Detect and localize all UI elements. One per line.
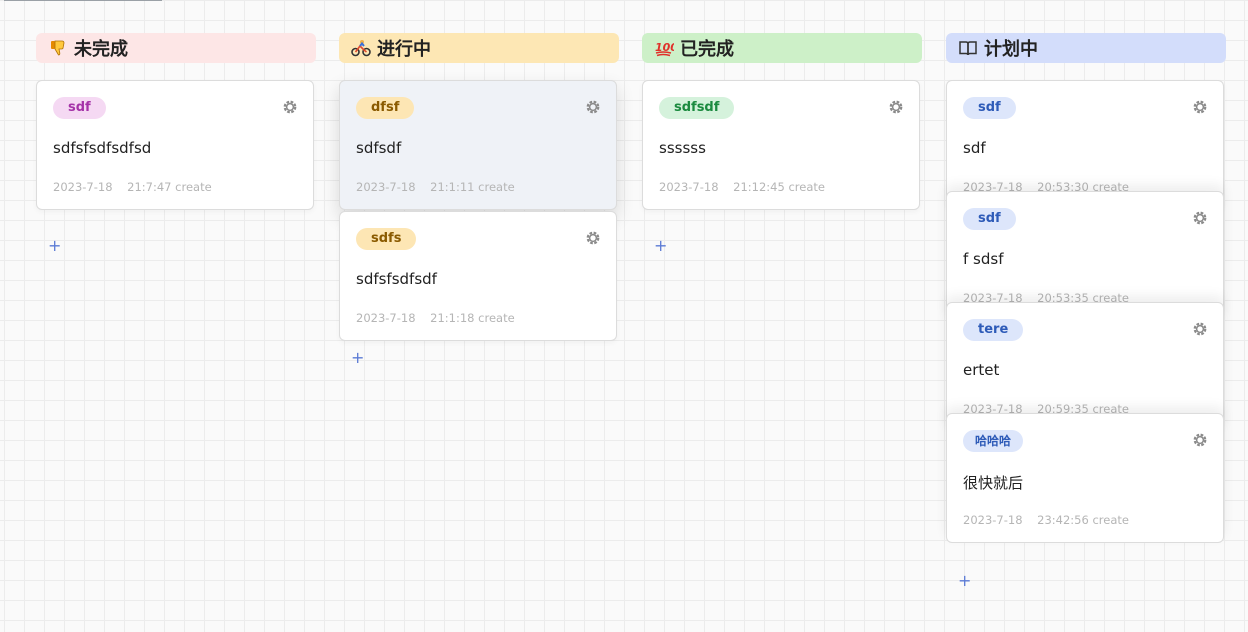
tag-badge: sdfsdf	[659, 97, 735, 119]
column-header: 计划中	[946, 33, 1226, 63]
task-card[interactable]: dfsf sdfsdf 2023-7-18 21:1:11 create	[339, 80, 617, 210]
card-text: sdfsdf	[356, 139, 402, 157]
add-card-button[interactable]: +	[958, 573, 971, 589]
add-card-button[interactable]: +	[351, 350, 364, 366]
task-card[interactable]: 哈哈哈 很快就后 2023-7-18 23:42:56 create	[946, 413, 1224, 543]
task-card[interactable]: sdfs sdfsfsdfsdf 2023-7-18 21:1:18 creat…	[339, 211, 617, 341]
top-divider	[4, 0, 162, 1]
column-header: 未完成	[36, 33, 316, 63]
tag-badge: dfsf	[356, 97, 415, 119]
gear-icon[interactable]	[1191, 320, 1209, 338]
open-book-icon	[958, 38, 978, 58]
column-planned: 计划中 sdf sdf 2023-7-18 20:53:30 create sd…	[946, 33, 1226, 589]
card-timestamp: 2023-7-18 23:42:56 create	[963, 513, 1129, 527]
task-card[interactable]: sdfsdf ssssss 2023-7-18 21:12:45 create	[642, 80, 920, 210]
card-text: ssssss	[659, 139, 706, 157]
column-title: 已完成	[680, 39, 734, 60]
task-card[interactable]: sdf sdfsfsdfsdfsd 2023-7-18 21:7:47 crea…	[36, 80, 314, 210]
gear-icon[interactable]	[281, 98, 299, 116]
tag-badge: sdfs	[356, 228, 417, 250]
card-text: ertet	[963, 361, 1000, 379]
card-text: f sdsf	[963, 250, 1004, 268]
gear-icon[interactable]	[1191, 209, 1209, 227]
tag-badge: sdf	[963, 208, 1016, 230]
column-header: 100 已完成	[642, 33, 922, 63]
card-text: sdfsfsdfsdfsd	[53, 139, 152, 157]
hundred-points-icon: 100	[654, 38, 674, 58]
gear-icon[interactable]	[584, 98, 602, 116]
column-header: 进行中	[339, 33, 619, 63]
card-text: 很快就后	[963, 474, 1024, 492]
column-title: 未完成	[74, 39, 128, 60]
cyclist-icon	[351, 38, 371, 58]
gear-icon[interactable]	[584, 229, 602, 247]
add-card-button[interactable]: +	[654, 238, 667, 254]
thumbs-down-icon	[48, 38, 68, 58]
tag-badge: sdf	[53, 97, 106, 119]
add-card-button[interactable]: +	[48, 238, 61, 254]
gear-icon[interactable]	[1191, 98, 1209, 116]
tag-badge: sdf	[963, 97, 1016, 119]
column-title: 进行中	[377, 39, 431, 60]
column-in-progress: 进行中 dfsf sdfsdf 2023-7-18 21:1:11 create…	[339, 33, 619, 366]
column-done: 100 已完成 sdfsdf ssssss 2023-7-18 21:12:45…	[642, 33, 922, 254]
column-todo: 未完成 sdf sdfsfsdfsdfsd 2023-7-18 21:7:47 …	[36, 33, 316, 254]
gear-icon[interactable]	[887, 98, 905, 116]
card-text: sdf	[963, 139, 986, 157]
card-timestamp: 2023-7-18 21:1:11 create	[356, 180, 515, 194]
card-text: sdfsfsdfsdf	[356, 270, 437, 288]
card-timestamp: 2023-7-18 21:7:47 create	[53, 180, 212, 194]
tag-badge: tere	[963, 319, 1024, 341]
tag-badge: 哈哈哈	[963, 430, 1024, 452]
card-timestamp: 2023-7-18 21:12:45 create	[659, 180, 825, 194]
column-title: 计划中	[984, 39, 1038, 60]
card-timestamp: 2023-7-18 21:1:18 create	[356, 311, 515, 325]
gear-icon[interactable]	[1191, 431, 1209, 449]
